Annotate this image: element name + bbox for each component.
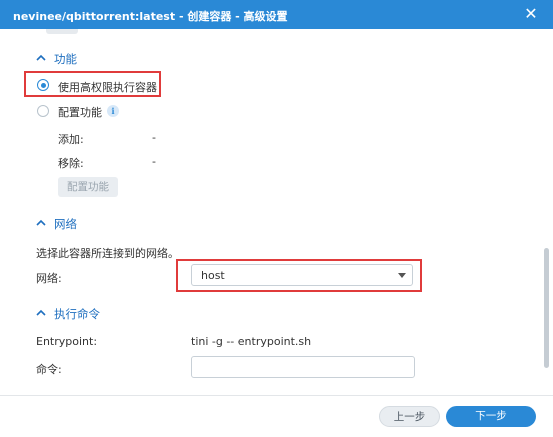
network-field-label: 网络: <box>36 272 62 285</box>
remove-label: 移除: <box>58 157 84 170</box>
dialog-footer: 上一步 下一步 <box>0 395 553 437</box>
command-input[interactable] <box>191 356 415 378</box>
dialog-title: nevinee/qbittorrent:latest - 创建容器 - 高级设置 <box>13 10 288 23</box>
dialog-titlebar: nevinee/qbittorrent:latest - 创建容器 - 高级设置… <box>0 0 553 29</box>
remove-value: - <box>152 155 156 168</box>
scroll-fade-strip <box>46 29 78 34</box>
configure-features-radio[interactable] <box>37 105 49 117</box>
info-icon[interactable]: i <box>107 105 119 117</box>
entrypoint-label: Entrypoint: <box>36 335 98 348</box>
close-icon[interactable]: ✕ <box>523 6 539 22</box>
network-description: 选择此容器所连接到的网络。 <box>36 247 179 260</box>
privileged-label: 使用高权限执行容器 <box>58 81 157 94</box>
command-label: 命令: <box>36 363 62 376</box>
section-command-title: 执行命令 <box>54 307 100 321</box>
caret-down-icon <box>398 273 406 278</box>
entrypoint-value: tini -g -- entrypoint.sh <box>191 335 312 348</box>
network-select[interactable]: host <box>191 264 413 286</box>
section-features-title: 功能 <box>54 52 77 66</box>
network-select-value: host <box>201 269 225 282</box>
previous-step-button[interactable]: 上一步 <box>379 406 440 427</box>
chevron-up-icon <box>36 54 46 61</box>
privileged-radio[interactable] <box>37 79 49 91</box>
add-label: 添加: <box>58 133 84 146</box>
section-network-title: 网络 <box>54 217 77 231</box>
scrollbar-thumb[interactable] <box>544 248 549 368</box>
dialog-content: 功能 使用高权限执行容器 配置功能 i 添加: - 移除: - 配置功能 网络 … <box>0 29 553 395</box>
configure-features-button[interactable]: 配置功能 <box>58 177 118 197</box>
next-step-button[interactable]: 下一步 <box>446 406 536 427</box>
configure-features-label: 配置功能 <box>58 106 102 119</box>
chevron-up-icon <box>36 219 46 226</box>
add-value: - <box>152 131 156 144</box>
chevron-up-icon <box>36 309 46 316</box>
